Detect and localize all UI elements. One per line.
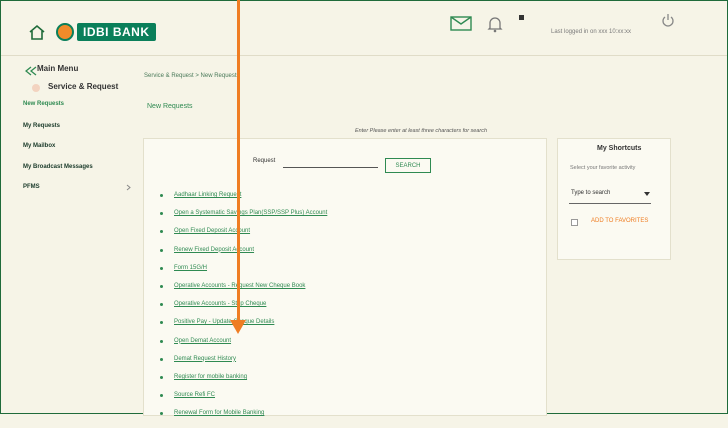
request-link-open-fd[interactable]: Open Fixed Deposit Account	[158, 228, 327, 246]
menu-dot-icon[interactable]	[519, 15, 524, 20]
bullet	[160, 284, 163, 288]
top-header: IDBI BANK Last logged in on xxx 10:xx:xx	[1, 1, 727, 56]
request-link-ssp[interactable]: Open a Systematic Savings Plan(SSP/SSP P…	[158, 210, 327, 228]
add-to-favorites-link[interactable]: ADD TO FAVORITES	[591, 218, 648, 224]
main-menu-title[interactable]: Main Menu	[37, 64, 78, 73]
favorite-checkbox[interactable]	[571, 219, 578, 226]
bell-icon[interactable]	[487, 15, 503, 33]
mail-icon[interactable]	[450, 15, 472, 31]
sidebar-item-pfms[interactable]: PFMS	[23, 184, 40, 190]
request-link-stop-cheque[interactable]: Operative Accounts - Stop Cheque	[158, 301, 327, 319]
search-hint: Enter Please enter at least three charac…	[355, 128, 488, 134]
last-login-text: Last logged in on xxx 10:xx:xx	[551, 29, 632, 35]
service-request-heading[interactable]: Service & Request	[48, 82, 118, 91]
menu-chevron-icon[interactable]	[25, 66, 37, 76]
bullet	[160, 339, 163, 343]
request-label: Request	[253, 158, 276, 164]
shortcuts-title: My Shortcuts	[597, 145, 642, 152]
request-link-aadhaar[interactable]: Aadhaar Linking Request	[158, 192, 327, 210]
bullet	[160, 321, 163, 325]
breadcrumb[interactable]: Service & Request > New Requests	[144, 73, 240, 79]
request-search-input[interactable]	[283, 167, 378, 168]
request-link-cheque-book[interactable]: Operative Accounts - Request New Cheque …	[158, 283, 327, 301]
bullet	[160, 266, 163, 270]
logo-mark-icon	[56, 23, 74, 41]
shortcuts-panel	[557, 138, 671, 260]
request-link-mobile-banking[interactable]: Register for mobile banking	[158, 374, 327, 392]
service-request-icon	[32, 84, 40, 92]
annotation-arrow-head-icon	[230, 320, 246, 334]
sidebar-item-broadcast-messages[interactable]: My Broadcast Messages	[23, 164, 93, 170]
request-link-open-demat[interactable]: Open Demat Account	[158, 338, 327, 356]
sidebar-item-new-requests[interactable]: New Requests	[23, 101, 64, 107]
bullet	[160, 248, 163, 252]
sidebar	[1, 56, 138, 412]
sidebar-item-my-mailbox[interactable]: My Mailbox	[23, 143, 55, 149]
chevron-down-icon[interactable]	[644, 192, 650, 196]
request-list: Aadhaar Linking Request Open a Systemati…	[158, 192, 327, 428]
request-link-demat-history[interactable]: Demat Request History	[158, 356, 327, 374]
shortcut-select[interactable]: Type to search	[571, 190, 610, 196]
select-underline	[569, 203, 651, 204]
annotation-arrow-line	[237, 0, 240, 325]
bullet	[160, 303, 163, 307]
bullet	[160, 194, 163, 197]
bullet	[160, 394, 163, 398]
home-icon[interactable]	[28, 24, 46, 40]
bullet	[160, 230, 163, 234]
shortcuts-subtitle: Select your favorite activity	[570, 165, 636, 171]
bullet	[160, 212, 163, 216]
request-link-form-15g[interactable]: Form 15G/H	[158, 265, 327, 283]
request-link-source-refi[interactable]: Source Refi FC	[158, 392, 327, 410]
power-icon[interactable]	[661, 13, 675, 29]
bank-name: IDBI BANK	[77, 23, 156, 41]
sidebar-item-my-requests[interactable]: My Requests	[23, 123, 60, 129]
search-button[interactable]: SEARCH	[385, 158, 431, 173]
request-link-renew-fd[interactable]: Renew Fixed Deposit Account	[158, 247, 327, 265]
chevron-right-icon[interactable]	[126, 184, 131, 191]
page-title: New Requests	[147, 103, 193, 110]
bullet	[160, 357, 163, 361]
request-link-renewal-mobile[interactable]: Renewal Form for Mobile Banking	[158, 410, 327, 428]
bank-logo[interactable]: IDBI BANK	[56, 22, 156, 42]
bullet	[160, 375, 163, 379]
